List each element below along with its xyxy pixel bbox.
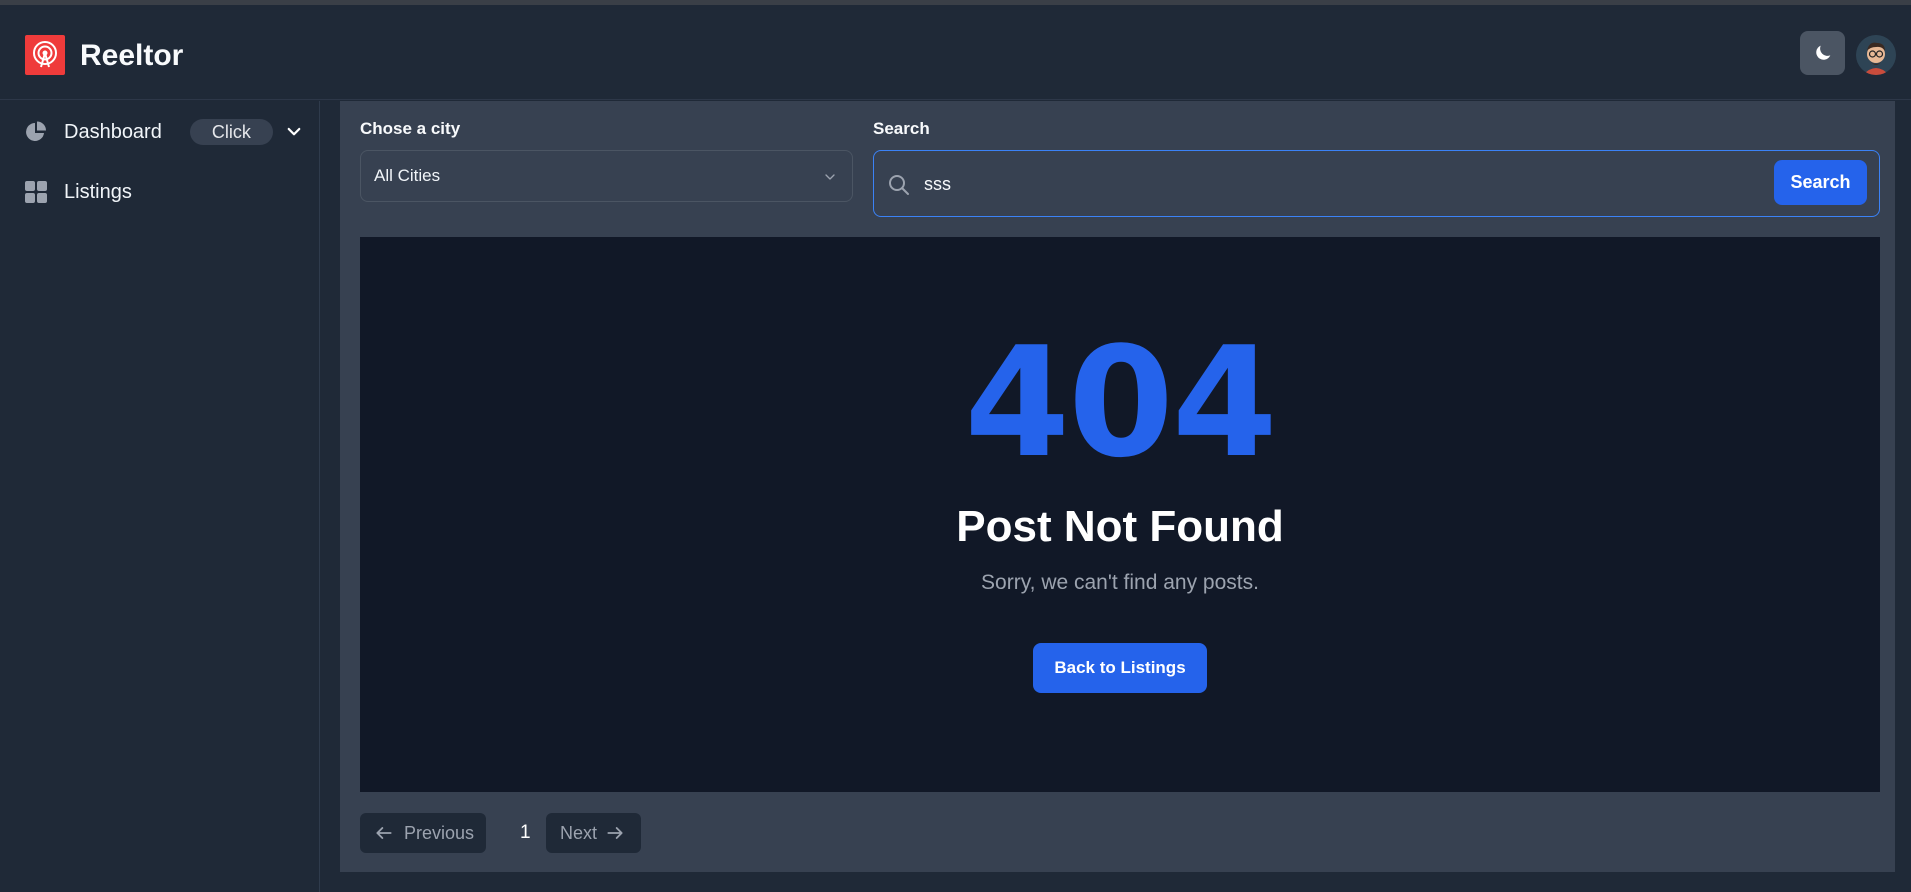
search-box: Search (873, 150, 1880, 217)
next-page-button[interactable]: Next (546, 813, 641, 853)
sidebar-item-dashboard[interactable]: Dashboard Click (24, 115, 303, 149)
previous-label: Previous (404, 822, 475, 843)
search-input[interactable] (924, 169, 1724, 199)
previous-page-button[interactable]: Previous (360, 813, 486, 853)
sidebar-item-listings[interactable]: Listings (24, 175, 132, 209)
city-label: Chose a city (360, 119, 461, 138)
city-select[interactable]: All Cities (360, 150, 853, 202)
pie-chart-icon (26, 121, 46, 141)
current-page-number[interactable]: 1 (520, 822, 531, 844)
user-avatar[interactable] (1856, 35, 1896, 75)
dashboard-badge[interactable]: Click (189, 119, 273, 145)
moon-icon (1815, 45, 1830, 60)
main-content: Chose a city All Cities Search Search 40… (340, 101, 1895, 872)
target-icon (33, 41, 57, 68)
search-label: Search (873, 119, 930, 138)
chevron-down-icon (822, 169, 838, 190)
brand-name[interactable]: Reeltor (80, 39, 183, 73)
sidebar-item-label: Dashboard (64, 120, 162, 143)
error-title: Post Not Found (956, 502, 1284, 551)
search-icon (887, 173, 911, 202)
error-message: Sorry, we can't find any posts. (981, 571, 1259, 594)
avatar-icon (1856, 35, 1896, 75)
theme-toggle-button[interactable] (1800, 31, 1845, 75)
not-found-panel: 404 Post Not Found Sorry, we can't find … (360, 237, 1880, 792)
grid-icon (25, 181, 47, 203)
reeltor-logo[interactable] (25, 35, 65, 75)
city-select-value: All Cities (374, 166, 441, 185)
chevron-down-icon[interactable] (285, 123, 303, 141)
back-to-listings-button[interactable]: Back to Listings (1033, 643, 1207, 693)
sidebar-item-label: Listings (64, 180, 132, 203)
top-header: Reeltor (0, 5, 1911, 100)
arrow-left-icon (376, 827, 392, 839)
search-button[interactable]: Search (1774, 160, 1867, 205)
error-code: 404 (964, 314, 1277, 491)
sidebar: Dashboard Click Listings (0, 101, 320, 892)
next-label: Next (560, 822, 598, 843)
arrow-right-icon (607, 827, 623, 839)
